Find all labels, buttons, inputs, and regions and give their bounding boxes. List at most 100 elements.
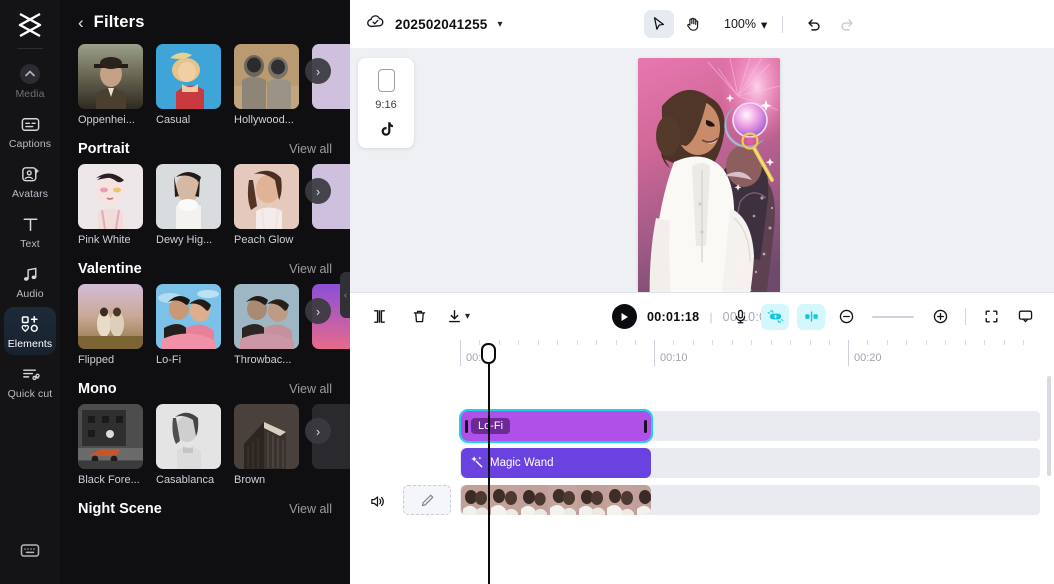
sidebar-item-text[interactable]: Text bbox=[4, 207, 56, 255]
panel-collapse-handle[interactable]: ‹ bbox=[340, 272, 350, 318]
undo-button[interactable] bbox=[798, 10, 828, 38]
split-clip-icon[interactable] bbox=[366, 304, 392, 330]
filter-thumbnail[interactable] bbox=[156, 284, 221, 349]
magic-adjust-icon[interactable] bbox=[761, 303, 789, 330]
filter-thumbnail[interactable] bbox=[156, 44, 221, 109]
section-title: Mono bbox=[78, 381, 117, 397]
capcut-logo-icon[interactable] bbox=[10, 8, 50, 42]
sidebar-item-quickcut[interactable]: Quick cut bbox=[4, 357, 56, 405]
section-header-valentine: Valentine View all bbox=[60, 254, 350, 284]
filter-card[interactable] bbox=[312, 164, 350, 246]
filter-row-valentine: Flipped Lo-Fi Throwbac... › bbox=[60, 284, 350, 366]
view-all-link[interactable]: View all bbox=[289, 502, 332, 516]
video-preview[interactable] bbox=[638, 58, 780, 313]
filter-row-portrait: Pink White Dewy Hig... Peach Glow › bbox=[60, 164, 350, 246]
filter-card[interactable]: Lo-Fi bbox=[156, 284, 221, 366]
filter-card[interactable]: Casablanca bbox=[156, 404, 221, 486]
chevron-right-icon[interactable]: › bbox=[305, 418, 331, 444]
view-all-link[interactable]: View all bbox=[289, 262, 332, 276]
filter-label: Brown bbox=[234, 474, 266, 486]
timeline-zoom-slider[interactable] bbox=[872, 315, 914, 318]
video-frame bbox=[548, 485, 577, 515]
filter-thumbnail[interactable] bbox=[234, 44, 299, 109]
pencil-edit-icon[interactable] bbox=[403, 485, 451, 515]
filter-thumbnail[interactable] bbox=[234, 284, 299, 349]
project-name-dropdown[interactable]: 202502041255 ▾ bbox=[366, 12, 503, 36]
cursor-arrow-icon[interactable] bbox=[644, 10, 674, 38]
timeline-vertical-scrollbar[interactable] bbox=[1047, 376, 1051, 476]
chevron-down-icon: ▾ bbox=[760, 17, 768, 32]
filter-card[interactable]: Brown bbox=[234, 404, 299, 486]
filters-scroll-area[interactable]: Oppenhei... Casual Hollywood... › Portra… bbox=[60, 44, 350, 584]
filter-thumbnail[interactable] bbox=[78, 164, 143, 229]
sidebar-item-label: Captions bbox=[8, 138, 52, 150]
aspect-ratio-card[interactable]: 9:16 bbox=[358, 58, 414, 148]
section-title: Valentine bbox=[78, 261, 142, 277]
section-header-mono: Mono View all bbox=[60, 374, 350, 404]
export-button[interactable]: ▾ bbox=[446, 304, 470, 330]
video-frame bbox=[519, 485, 548, 515]
filter-card[interactable] bbox=[312, 404, 350, 486]
filter-thumbnail[interactable] bbox=[234, 404, 299, 469]
zoom-in-circle-icon[interactable] bbox=[927, 304, 953, 330]
sidebar-item-audio[interactable]: Audio bbox=[4, 257, 56, 305]
timeline[interactable]: 00:00 00:10 00:20 Lo-Fi Magic Wand bbox=[350, 340, 1054, 584]
playhead-line[interactable] bbox=[488, 354, 490, 584]
sidebar-item-label: Text bbox=[20, 238, 40, 250]
sidebar-item-media[interactable]: Media bbox=[4, 57, 56, 105]
filter-thumbnail[interactable] bbox=[78, 404, 143, 469]
play-button[interactable] bbox=[612, 304, 637, 329]
filter-card[interactable]: Pink White bbox=[78, 164, 143, 246]
filters-panel-header: ‹ Filters bbox=[60, 0, 350, 44]
speaker-on-icon[interactable] bbox=[366, 490, 388, 512]
zoom-out-circle-icon[interactable] bbox=[833, 304, 859, 330]
fit-to-screen-icon[interactable] bbox=[978, 304, 1004, 330]
filter-card[interactable]: Dewy Hig... bbox=[156, 164, 221, 246]
playbar-left-group: ▾ bbox=[366, 304, 470, 330]
sidebar-item-elements[interactable]: Elements bbox=[4, 307, 56, 355]
filter-card[interactable]: Casual bbox=[156, 44, 221, 126]
filter-card[interactable]: Flipped bbox=[78, 284, 143, 366]
chevron-right-icon[interactable]: › bbox=[305, 298, 331, 324]
view-all-link[interactable]: View all bbox=[289, 142, 332, 156]
view-all-link[interactable]: View all bbox=[289, 382, 332, 396]
preview-stage: 9:16 bbox=[350, 48, 1054, 313]
clip-handle-left[interactable] bbox=[465, 420, 468, 433]
filter-card[interactable]: Oppenhei... bbox=[78, 44, 143, 126]
hand-pan-icon[interactable] bbox=[678, 10, 708, 38]
microphone-icon[interactable] bbox=[727, 304, 753, 330]
filter-thumbnail[interactable] bbox=[78, 44, 143, 109]
filter-thumbnail[interactable] bbox=[234, 164, 299, 229]
magic-wand-icon bbox=[470, 455, 483, 471]
back-chevron-left-icon[interactable]: ‹ bbox=[78, 14, 84, 31]
clip-handle-right[interactable] bbox=[644, 420, 647, 433]
filter-label: Flipped bbox=[78, 354, 115, 366]
audio-mixer-icon[interactable] bbox=[797, 303, 825, 330]
redo-button[interactable] bbox=[832, 10, 862, 38]
sidebar-item-avatars[interactable]: Avatars bbox=[4, 157, 56, 205]
video-frame bbox=[577, 485, 606, 515]
filter-thumbnail[interactable] bbox=[156, 404, 221, 469]
filter-card[interactable]: Black Fore... bbox=[78, 404, 143, 486]
filter-card[interactable] bbox=[312, 44, 350, 126]
monitor-preview-icon[interactable] bbox=[1012, 304, 1038, 330]
zoom-level-dropdown[interactable]: 100% ▾ bbox=[724, 17, 767, 32]
sidebar-item-captions[interactable]: Captions bbox=[4, 107, 56, 155]
aspect-ratio-label: 9:16 bbox=[375, 99, 397, 111]
filter-row-mono: Black Fore... Casablanca Brown › bbox=[60, 404, 350, 486]
filter-thumbnail[interactable] bbox=[156, 164, 221, 229]
playhead-handle[interactable] bbox=[481, 343, 496, 364]
keyboard-shortcuts-icon[interactable] bbox=[19, 539, 41, 566]
timeline-ruler[interactable]: 00:00 00:10 00:20 bbox=[350, 340, 1054, 368]
chevron-right-icon[interactable]: › bbox=[305, 58, 331, 84]
filter-card[interactable]: Peach Glow bbox=[234, 164, 299, 246]
trash-icon[interactable] bbox=[406, 304, 432, 330]
filters-panel: ‹ Filters Oppenhei... Casual Hollywood..… bbox=[60, 0, 350, 584]
filter-thumbnail[interactable] bbox=[78, 284, 143, 349]
video-frame bbox=[490, 485, 519, 515]
filter-card[interactable]: Throwbac... bbox=[234, 284, 299, 366]
filter-card[interactable]: Hollywood... bbox=[234, 44, 299, 126]
editor-area: 202502041255 ▾ 100% ▾ 9:16 ▾ 00:01:18 | … bbox=[350, 0, 1054, 584]
section-title: Portrait bbox=[78, 141, 130, 157]
chevron-right-icon[interactable]: › bbox=[305, 178, 331, 204]
